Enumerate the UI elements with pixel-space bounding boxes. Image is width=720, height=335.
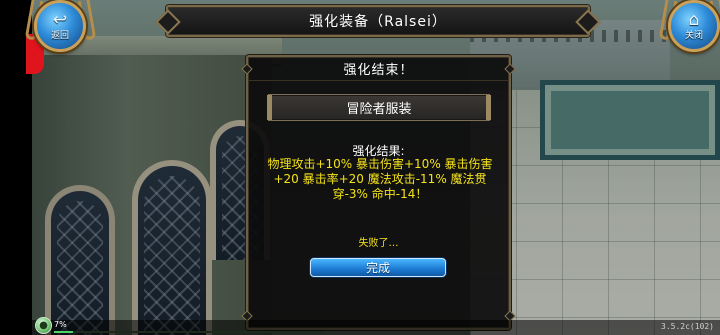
close-button-label: 关闭 [684, 30, 703, 41]
back-button[interactable]: ↩ 返回 [34, 0, 86, 52]
dialog-title: 强化结束！ [343, 63, 414, 78]
fail-message: 失败了… [358, 238, 399, 249]
back-button-label: 返回 [50, 30, 69, 41]
title-bar: 强化装备（Ralsei） [166, 5, 590, 37]
item-name-box: 冒险者服装 [267, 94, 491, 121]
version-text: 3.5.2c(102) [661, 322, 714, 331]
back-arrow-icon: ↩ [52, 9, 68, 30]
battery-icon: ● [35, 317, 52, 334]
result-stats: 物理攻击+10% 暴击伤害+10% 暴击伤害+20 暴击率+20 魔法攻击-11… [267, 157, 493, 201]
dialog-header: 强化结束！ [248, 57, 509, 81]
home-icon: ⌂ [688, 9, 700, 30]
progress-bar [54, 331, 324, 333]
close-button[interactable]: ⌂ 关闭 [668, 0, 720, 52]
enhance-result-dialog: 强化结束！ 冒险者服装 强化结果: 物理攻击+10% 暴击伤害+10% 暴击伤害… [241, 55, 516, 330]
item-name: 冒险者服装 [346, 102, 412, 117]
page-title: 强化装备（Ralsei） [309, 14, 447, 30]
done-button[interactable]: 完成 [310, 258, 446, 277]
progress-bar-fill [54, 331, 73, 333]
status-percent: 7% [54, 320, 67, 329]
done-button-label: 完成 [365, 261, 390, 275]
